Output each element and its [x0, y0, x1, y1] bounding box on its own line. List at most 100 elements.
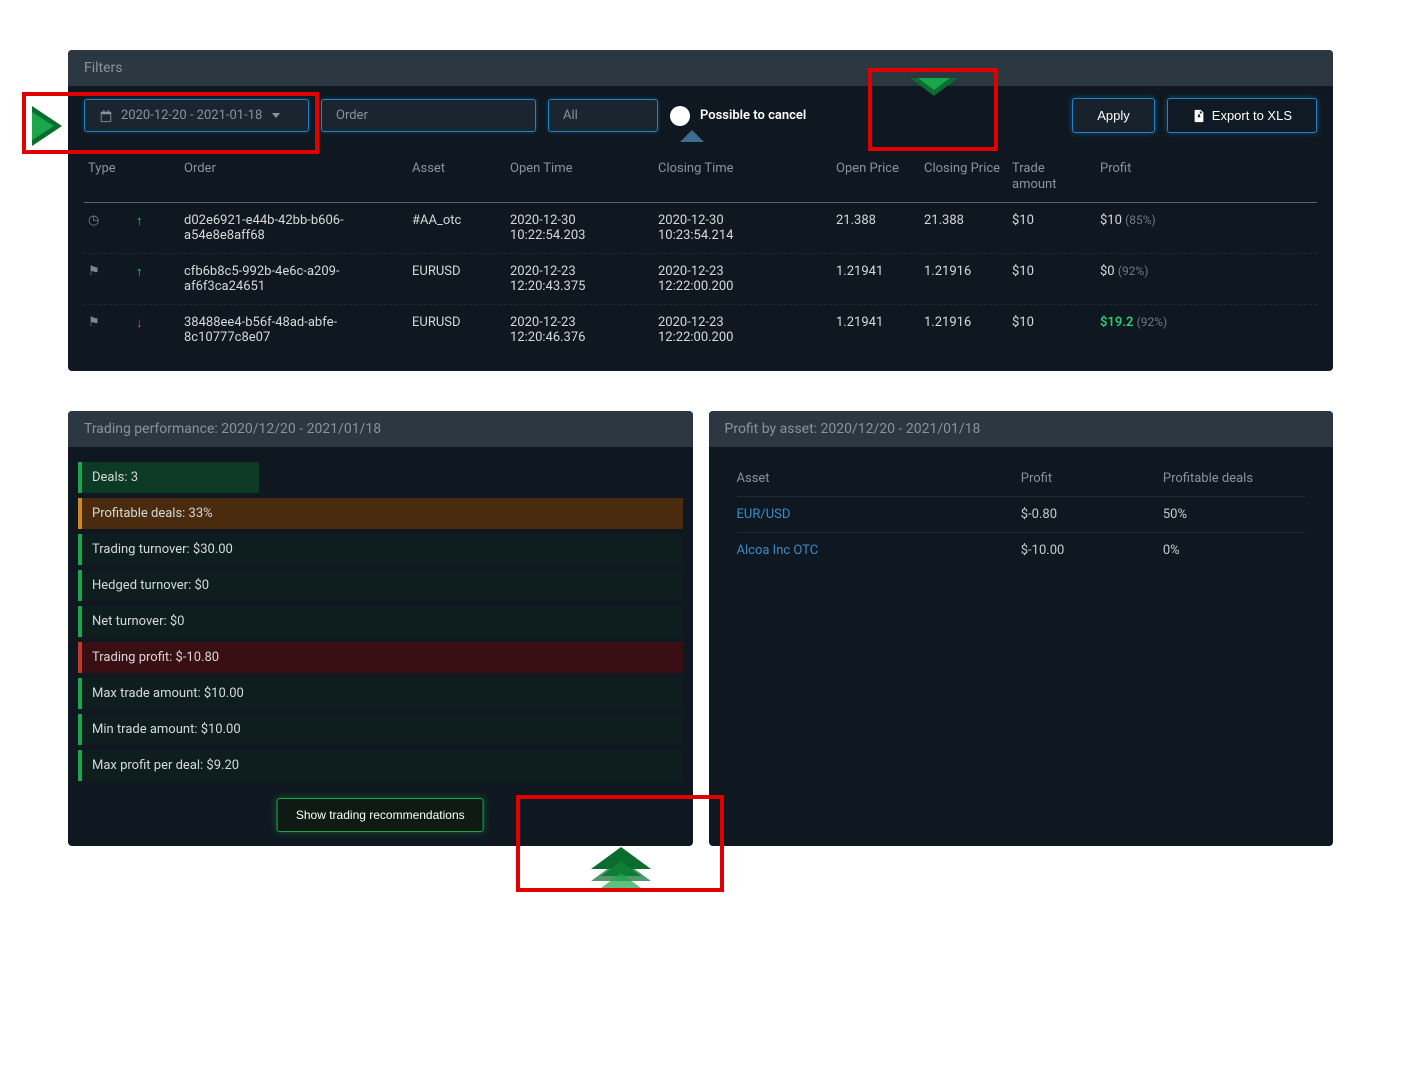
asset-name: EURUSD — [412, 264, 502, 279]
col-type: Type — [88, 161, 128, 176]
arrow-down-icon: ↓ — [136, 316, 143, 331]
asset-table-header: Asset Profit Profitable deals — [737, 461, 1306, 497]
annotation-arrow-right-inner — [32, 112, 54, 140]
closing-price: 1.21916 — [924, 264, 1004, 279]
closing-time: 2020-12-3010:23:54.214 — [658, 213, 828, 243]
col-closing-time: Closing Time — [658, 161, 828, 176]
col-asset: Asset — [412, 161, 502, 176]
table-row: ⚑ ↓ 38488ee4-b56f-48ad-abfe-8c10777c8e07 EU… — [84, 305, 1317, 355]
export-xls-button[interactable]: Export to XLS — [1167, 98, 1317, 133]
performance-item: Trading profit: $-10.80 — [78, 642, 683, 673]
arrow-up-icon: ↑ — [136, 265, 143, 280]
performance-text: Hedged turnover: $0 — [82, 570, 683, 601]
performance-list: Deals: 3 Profitable deals: 33% Trading tur… — [68, 447, 693, 846]
arrow-up-icon: ↑ — [136, 214, 143, 229]
order-id: d02e6921-e44b-42bb-b606-a54e8e8aff68 — [184, 213, 404, 243]
asset-col-profit: Profit — [1021, 471, 1163, 486]
performance-item: Min trade amount: $10.00 — [78, 714, 683, 745]
caret-down-icon — [272, 113, 280, 118]
show-recommendations-button[interactable]: Show trading recommendations — [277, 798, 484, 832]
performance-item: Hedged turnover: $0 — [78, 570, 683, 601]
performance-item: Max trade amount: $10.00 — [78, 678, 683, 709]
performance-title: Trading performance: 2020/12/20 - 2021/0… — [68, 411, 693, 447]
profit-asset-title: Profit by asset: 2020/12/20 - 2021/01/18 — [709, 411, 1334, 447]
bottom-panels: Trading performance: 2020/12/20 - 2021/0… — [68, 411, 1333, 886]
open-price: 1.21941 — [836, 315, 916, 330]
performance-text: Max profit per deal: $9.20 — [82, 750, 683, 781]
profit-cell: $10 (85%) — [1100, 213, 1200, 228]
performance-panel: Trading performance: 2020/12/20 - 2021/0… — [68, 411, 693, 846]
performance-item: Net turnover: $0 — [78, 606, 683, 637]
profit-cell: $0 (92%) — [1100, 264, 1200, 279]
asset-col-asset: Asset — [737, 471, 1021, 486]
open-price: 21.388 — [836, 213, 916, 228]
col-profit: Profit — [1100, 161, 1200, 176]
performance-text: Min trade amount: $10.00 — [82, 714, 683, 745]
trade-amount: $10 — [1012, 264, 1092, 279]
asset-name: EURUSD — [412, 315, 502, 330]
asset-deals: 0% — [1163, 543, 1305, 558]
trades-table: Type Order Asset Open Time Closing Time … — [68, 151, 1333, 371]
col-open-price: Open Price — [836, 161, 916, 177]
performance-text: Trading profit: $-10.80 — [82, 642, 683, 673]
performance-item: Profitable deals: 33% — [78, 498, 683, 529]
open-price: 1.21941 — [836, 264, 916, 279]
trade-amount: $10 — [1012, 213, 1092, 228]
file-export-icon — [1192, 109, 1206, 123]
apply-button[interactable]: Apply — [1072, 98, 1155, 133]
asset-col-deals: Profitable deals — [1163, 471, 1305, 486]
col-trade-amount: Trade amount — [1012, 161, 1092, 192]
asset-table: Asset Profit Profitable deals EUR/USD$-0… — [709, 447, 1334, 582]
toggle-dot-icon — [670, 106, 690, 126]
order-input[interactable]: Order — [321, 99, 536, 132]
trade-amount: $10 — [1012, 315, 1092, 330]
filters-row: 2020-12-20 - 2021-01-18 Order All Possib… — [68, 86, 1333, 151]
calendar-icon — [99, 109, 113, 123]
all-dropdown[interactable]: All — [548, 99, 658, 132]
closing-time: 2020-12-2312:22:00.200 — [658, 315, 828, 345]
asset-name: #AA_otc — [412, 213, 502, 228]
caret-up-icon — [680, 130, 704, 142]
open-time: 2020-12-2312:20:43.375 — [510, 264, 650, 294]
asset-row: EUR/USD$-0.8050% — [737, 497, 1306, 533]
col-order: Order — [184, 161, 404, 176]
flag-icon: ⚑ — [88, 315, 100, 330]
performance-text: Trading turnover: $30.00 — [82, 534, 683, 565]
asset-profit: $-0.80 — [1021, 507, 1163, 522]
date-range-picker[interactable]: 2020-12-20 - 2021-01-18 — [84, 99, 309, 132]
performance-text: Deals: 3 — [82, 462, 683, 493]
table-header: Type Order Asset Open Time Closing Time … — [84, 151, 1317, 203]
performance-text: Max trade amount: $10.00 — [82, 678, 683, 709]
profit-cell: $19.2 (92%) — [1100, 315, 1200, 330]
profit-asset-panel: Profit by asset: 2020/12/20 - 2021/01/18… — [709, 411, 1334, 846]
asset-profit: $-10.00 — [1021, 543, 1163, 558]
asset-link[interactable]: EUR/USD — [737, 507, 1021, 522]
filters-panel: Filters 2020-12-20 - 2021-01-18 Order Al… — [68, 50, 1333, 371]
asset-link[interactable]: Alcoa Inc OTC — [737, 543, 1021, 558]
cancel-toggle[interactable]: Possible to cancel — [670, 106, 806, 126]
performance-item: Max profit per deal: $9.20 — [78, 750, 683, 781]
open-time: 2020-12-2312:20:46.376 — [510, 315, 650, 345]
closing-price: 1.21916 — [924, 315, 1004, 330]
annotation-arrow-down-inner — [918, 78, 950, 90]
annotation-arrow-up-inner-2 — [601, 873, 641, 888]
clock-icon: ◷ — [88, 213, 99, 228]
date-range-value: 2020-12-20 - 2021-01-18 — [121, 108, 262, 123]
performance-text: Net turnover: $0 — [82, 606, 683, 637]
order-id: 38488ee4-b56f-48ad-abfe-8c10777c8e07 — [184, 315, 404, 345]
table-row: ◷ ↑ d02e6921-e44b-42bb-b606-a54e8e8aff68 #A… — [84, 203, 1317, 254]
table-row: ⚑ ↑ cfb6b8c5-992b-4e6c-a209-af6f3ca24651 EU… — [84, 254, 1317, 305]
asset-deals: 50% — [1163, 507, 1305, 522]
col-open-time: Open Time — [510, 161, 650, 176]
flag-icon: ⚑ — [88, 264, 100, 279]
open-time: 2020-12-3010:22:54.203 — [510, 213, 650, 243]
performance-item: Deals: 3 — [78, 462, 683, 493]
closing-price: 21.388 — [924, 213, 1004, 228]
cancel-label: Possible to cancel — [700, 108, 806, 123]
asset-row: Alcoa Inc OTC$-10.000% — [737, 533, 1306, 568]
col-closing-price: Closing Price — [924, 161, 1004, 177]
filters-header: Filters — [68, 50, 1333, 86]
closing-time: 2020-12-2312:22:00.200 — [658, 264, 828, 294]
performance-text: Profitable deals: 33% — [82, 498, 683, 529]
order-id: cfb6b8c5-992b-4e6c-a209-af6f3ca24651 — [184, 264, 404, 294]
